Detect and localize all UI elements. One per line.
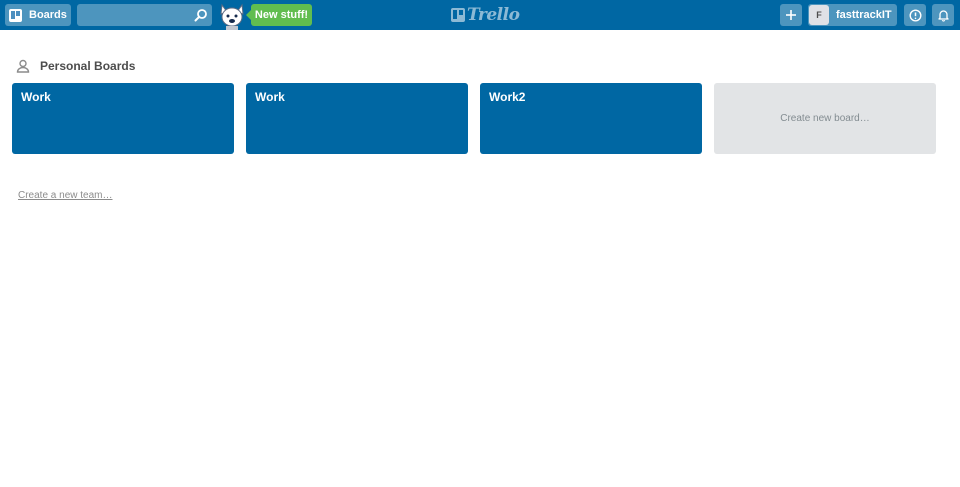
plus-icon xyxy=(786,10,796,20)
trello-logo-icon xyxy=(451,8,465,22)
add-button[interactable] xyxy=(780,4,802,26)
boards-button-label: Boards xyxy=(29,9,67,21)
section-title: Personal Boards xyxy=(40,59,136,73)
avatar: F xyxy=(809,5,829,25)
bell-icon xyxy=(937,9,949,22)
logo-text: Trello xyxy=(467,5,520,25)
top-header: Boards New stuff! Trello F fasttrackIT xyxy=(0,0,960,30)
board-name: Work xyxy=(21,90,51,104)
member-name: fasttrackIT xyxy=(836,9,892,21)
person-icon xyxy=(16,59,30,73)
board-tile[interactable]: Work2 xyxy=(480,83,702,154)
boards-icon xyxy=(9,8,22,22)
search-input[interactable] xyxy=(77,4,189,26)
notifications-button[interactable] xyxy=(932,4,954,26)
new-stuff-button[interactable]: New stuff! xyxy=(246,4,312,26)
board-tile[interactable]: Work xyxy=(246,83,468,154)
info-button[interactable] xyxy=(904,4,926,26)
boards-button[interactable]: Boards xyxy=(5,4,71,26)
board-name: Work xyxy=(255,90,285,104)
trello-logo[interactable]: Trello xyxy=(451,5,520,25)
create-team-link[interactable]: Create a new team… xyxy=(18,190,113,201)
search-box[interactable] xyxy=(77,4,212,26)
board-tile[interactable]: Work xyxy=(12,83,234,154)
create-board-button[interactable]: Create new board… xyxy=(714,83,936,154)
member-menu-button[interactable]: F fasttrackIT xyxy=(808,4,897,26)
personal-boards-heading: Personal Boards xyxy=(16,57,135,75)
search-icon[interactable] xyxy=(194,8,208,22)
mascot-icon[interactable] xyxy=(217,2,247,30)
info-icon xyxy=(908,8,922,22)
board-name: Work2 xyxy=(489,90,526,104)
